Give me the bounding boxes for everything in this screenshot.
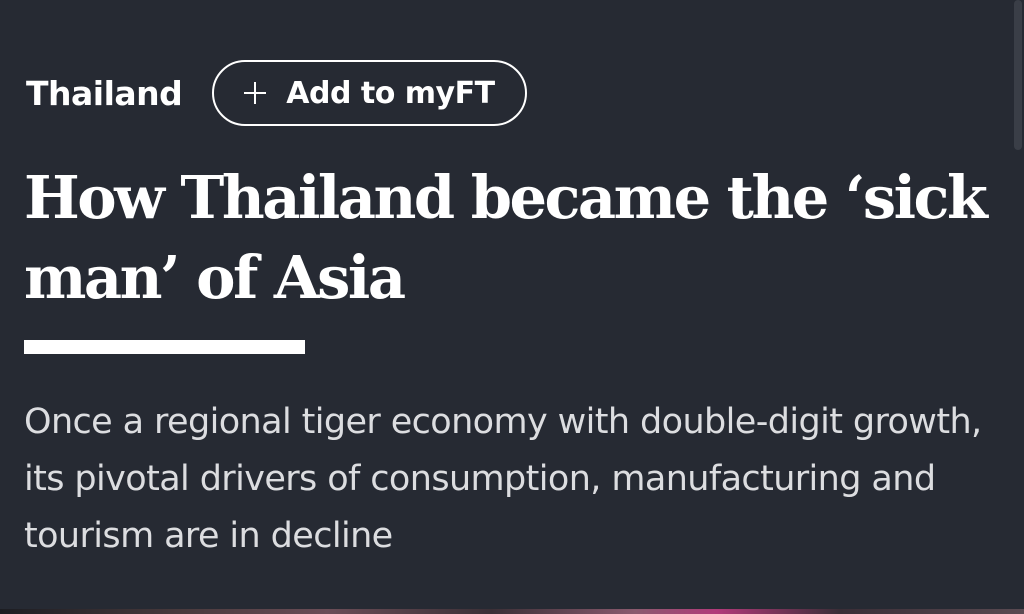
plus-icon: [244, 82, 267, 104]
article-header: Thailand Add to myFT How Thailand became…: [0, 0, 1024, 614]
standfirst: Once a regional tiger economy with doubl…: [24, 402, 982, 556]
scrollbar[interactable]: [1014, 0, 1022, 150]
headline-rule: [24, 340, 305, 354]
lead-image-edge: [0, 609, 1024, 614]
add-to-myft-label: Add to myFT: [286, 75, 495, 111]
headline: How Thailand became the ‘sick man’ of As…: [24, 163, 988, 312]
topic-row: Thailand Add to myFT: [26, 58, 527, 128]
topic-link[interactable]: Thailand: [26, 74, 183, 113]
add-to-myft-button[interactable]: Add to myFT: [212, 60, 527, 126]
